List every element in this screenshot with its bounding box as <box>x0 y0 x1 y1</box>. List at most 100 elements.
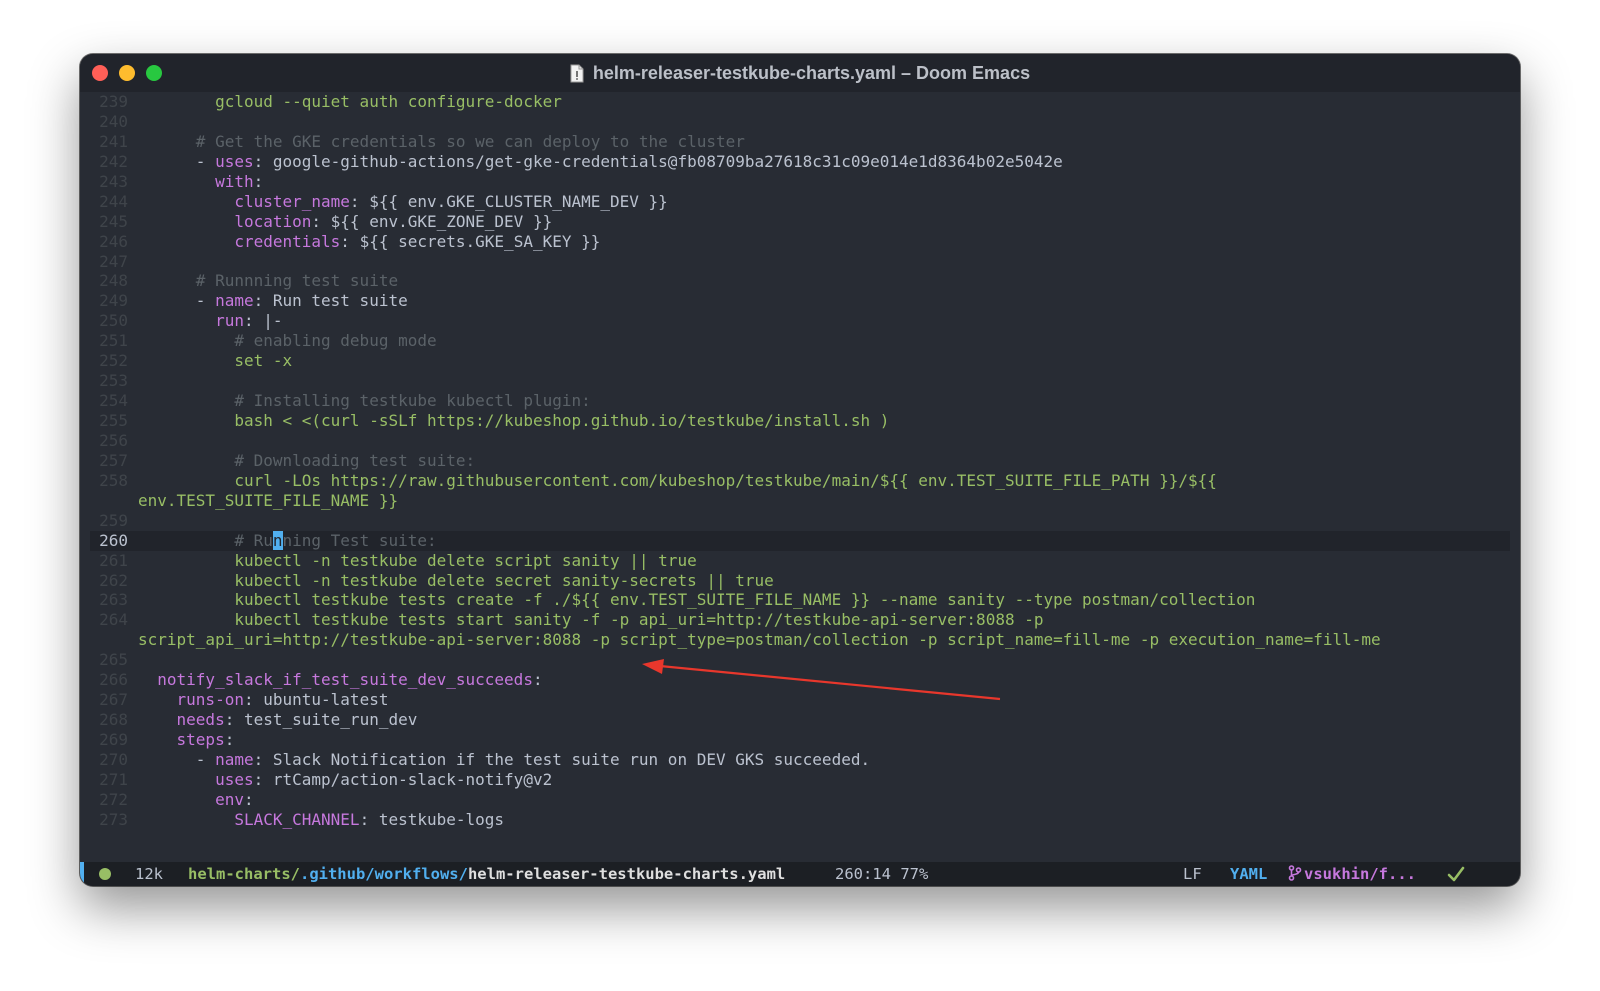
code-line[interactable]: 250 run: |- <box>90 311 1510 331</box>
code-line[interactable]: 245 location: ${{ env.GKE_ZONE_DEV }} <box>90 212 1510 232</box>
code-line[interactable]: 269 steps: <box>90 730 1510 750</box>
window-title: helm-releaser-testkube-charts.yaml – Doo… <box>80 54 1520 92</box>
line-text: # Running Test suite: <box>138 530 437 551</box>
line-text: env.TEST_SUITE_FILE_NAME }} <box>138 491 398 511</box>
code-token: : rtCamp/action-slack-notify@v2 <box>253 769 553 789</box>
code-line[interactable]: 257 # Downloading test suite: <box>90 451 1510 471</box>
title-bar: helm-releaser-testkube-charts.yaml – Doo… <box>80 54 1520 92</box>
code-line[interactable]: 243 with: <box>90 172 1510 192</box>
line-number: 259 <box>99 510 128 530</box>
code-line[interactable]: 247 <box>90 252 1510 272</box>
code-token: # enabling debug mode <box>234 331 437 351</box>
code-line[interactable]: 271 uses: rtCamp/action-slack-notify@v2 <box>90 770 1510 790</box>
line-number: 258 <box>99 470 128 490</box>
code-line[interactable]: 242 - uses: google-github-actions/get-gk… <box>90 152 1510 172</box>
code-line[interactable]: 246 credentials: ${{ secrets.GKE_SA_KEY … <box>90 232 1510 252</box>
current-line[interactable]: 260 # Running Test suite: <box>90 530 1510 551</box>
checkmark-icon <box>1447 866 1465 882</box>
code-line[interactable]: 264 kubectl testkube tests start sanity … <box>90 610 1510 630</box>
vcs-branch[interactable]: vsukhin/f... <box>1288 862 1416 886</box>
code-token: needs <box>176 710 225 730</box>
code-line[interactable]: 249 - name: Run test suite <box>90 291 1510 311</box>
line-number: 252 <box>99 351 128 371</box>
line-text: kubectl -n testkube delete script sanity… <box>138 550 697 571</box>
code-token: notify_slack_if_test_suite_dev_succeeds <box>157 670 533 690</box>
code-line[interactable]: 261 kubectl -n testkube delete script sa… <box>90 551 1510 571</box>
code-token: cluster_name <box>234 191 350 211</box>
code-token: - <box>138 749 216 769</box>
code-token: : Slack Notification if the test suite r… <box>253 749 871 769</box>
major-mode[interactable]: YAML <box>1230 862 1267 886</box>
code-line[interactable]: script_api_uri=http://testkube-api-serve… <box>90 630 1510 650</box>
code-token: # Downloading test suite: <box>234 450 476 470</box>
editor-buffer[interactable]: 239 gcloud --quiet auth configure-docker… <box>90 92 1510 862</box>
code-line[interactable]: env.TEST_SUITE_FILE_NAME }} <box>90 491 1510 511</box>
code-line[interactable]: 256 <box>90 431 1510 451</box>
code-line[interactable]: 266 notify_slack_if_test_suite_dev_succe… <box>90 670 1510 690</box>
code-line[interactable]: 273 SLACK_CHANNEL: testkube-logs <box>90 810 1510 830</box>
line-text: # Installing testkube kubectl plugin: <box>138 391 591 411</box>
buffer-file-path[interactable]: helm-charts/.github/workflows/helm-relea… <box>188 862 785 886</box>
path-project-dir: helm-charts/ <box>188 865 300 883</box>
code-token: kubectl -n testkube delete script sanity… <box>234 550 697 570</box>
code-line[interactable]: 248 # Runnning test suite <box>90 271 1510 291</box>
emacs-window: helm-releaser-testkube-charts.yaml – Doo… <box>80 54 1520 886</box>
line-text: - name: Run test suite <box>138 291 408 311</box>
line-number: 264 <box>99 610 128 630</box>
code-line[interactable]: 244 cluster_name: ${{ env.GKE_CLUSTER_NA… <box>90 192 1510 212</box>
cursor-position: 260:14 77% <box>835 865 929 883</box>
code-line[interactable]: 254 # Installing testkube kubectl plugin… <box>90 391 1510 411</box>
code-line[interactable]: 263 kubectl testkube tests create -f ./$… <box>90 590 1510 610</box>
code-line[interactable]: 240 <box>90 112 1510 132</box>
modeline-active-bar <box>80 862 84 886</box>
line-number: 271 <box>99 769 128 789</box>
code-token: : Run test suite <box>253 291 408 311</box>
code-line[interactable]: 255 bash < <(curl -sSLf https://kubeshop… <box>90 411 1510 431</box>
code-line[interactable]: 252 set -x <box>90 351 1510 371</box>
line-number: 266 <box>99 670 128 690</box>
code-token: run <box>215 311 244 331</box>
code-line[interactable]: 265 <box>90 650 1510 670</box>
code-line[interactable]: 239 gcloud --quiet auth configure-docker <box>90 92 1510 112</box>
code-token: : |- <box>243 311 283 331</box>
code-token: # Installing testkube kubectl plugin: <box>234 391 591 411</box>
path-file-name: helm-releaser-testkube-charts.yaml <box>467 865 786 883</box>
buffer-state-indicator <box>99 868 111 880</box>
line-text: # Get the GKE credentials so we can depl… <box>138 132 745 152</box>
code-line[interactable]: 268 needs: test_suite_run_dev <box>90 710 1510 730</box>
code-token: uses <box>215 769 254 789</box>
code-token: set -x <box>234 351 293 371</box>
code-line[interactable]: 267 runs-on: ubuntu-latest <box>90 690 1510 710</box>
line-text: set -x <box>138 351 292 371</box>
code-token: env.TEST_SUITE_FILE_NAME }} <box>138 490 399 510</box>
line-number: 261 <box>99 550 128 570</box>
code-line[interactable]: 259 <box>90 511 1510 531</box>
code-line[interactable]: 258 curl -LOs https://raw.githubusercont… <box>90 471 1510 491</box>
code-token: bash < <(curl -sSLf https://kubeshop.git… <box>234 411 890 430</box>
line-ending-indicator[interactable]: LF <box>1183 862 1202 886</box>
document-icon <box>570 64 584 82</box>
code-line[interactable]: 253 <box>90 371 1510 391</box>
code-token: steps <box>176 730 225 749</box>
line-number: 239 <box>99 92 128 111</box>
code-line[interactable]: 241 # Get the GKE credentials so we can … <box>90 132 1510 152</box>
line-number: 244 <box>99 191 128 211</box>
line-text: location: ${{ env.GKE_ZONE_DEV }} <box>138 212 552 232</box>
code-line[interactable]: 272 env: <box>90 790 1510 810</box>
code-line[interactable]: 262 kubectl -n testkube delete secret sa… <box>90 571 1510 591</box>
code-line[interactable]: 270 - name: Slack Notification if the te… <box>90 750 1510 770</box>
code-line[interactable]: 251 # enabling debug mode <box>90 331 1510 351</box>
line-text: bash < <(curl -sSLf https://kubeshop.git… <box>138 411 889 431</box>
line-number: 269 <box>99 730 128 749</box>
